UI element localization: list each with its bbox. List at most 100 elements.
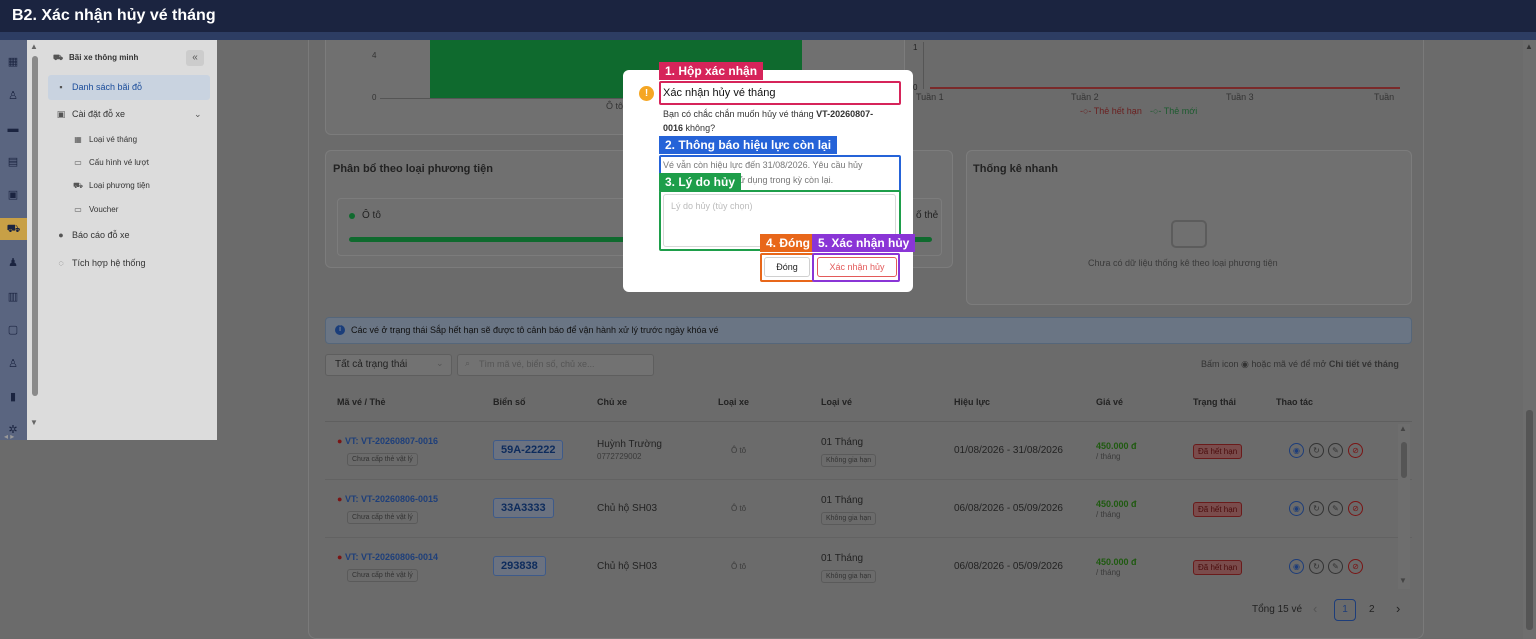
scroll-up-icon[interactable]: ▲ — [1399, 424, 1407, 433]
scroll-left-icon[interactable]: ◂ ▸ — [4, 432, 14, 441]
chat-icon[interactable]: ▬ — [6, 123, 20, 135]
document-icon[interactable]: ▤ — [6, 156, 20, 168]
chart-icon[interactable]: ▮ — [6, 391, 20, 403]
x-label: Ô tô — [606, 101, 624, 111]
scroll-down-icon[interactable]: ▼ — [1399, 576, 1407, 585]
user-icon[interactable]: ♙ — [6, 90, 20, 102]
table-row[interactable] — [325, 538, 1412, 596]
card-chip: Chưa cấp thẻ vật lý — [347, 453, 418, 466]
edit-icon[interactable]: ✎ — [1328, 559, 1343, 574]
store-icon[interactable]: ▢ — [6, 324, 20, 336]
sidebar-scrollbar[interactable] — [32, 56, 38, 396]
renew-icon[interactable]: ↻ — [1309, 501, 1324, 516]
header-strip — [0, 32, 1536, 40]
col-header: Chủ xe — [597, 397, 628, 407]
sidebar-item-parking-list[interactable]: ▪ Danh sách bãi đỗ — [56, 82, 142, 92]
x-label: Tuần — [1374, 92, 1395, 102]
stats-empty: Chưa có dữ liệu thống kê theo loại phươn… — [1088, 258, 1278, 268]
scroll-down-icon[interactable]: ▼ — [30, 418, 38, 427]
edit-icon[interactable]: ✎ — [1328, 501, 1343, 516]
sidebar-module: ⛟ Bãi xe thông minh — [53, 53, 139, 62]
empty-box-icon — [1171, 220, 1207, 248]
warning-icon: ! — [639, 86, 654, 101]
scroll-up-icon[interactable]: ▲ — [1525, 42, 1533, 51]
col-header: Thao tác — [1276, 397, 1314, 407]
sidebar-item-integration[interactable]: ◌ Tích hợp hệ thống — [56, 258, 145, 268]
highlight-confirm — [812, 253, 900, 282]
validity: 06/08/2026 - 05/09/2026 — [954, 503, 1063, 514]
renew-icon[interactable]: ↻ — [1309, 443, 1324, 458]
y-tick: 4 — [372, 51, 377, 60]
chevron-down-icon: ⌄ — [194, 109, 202, 119]
page-scroll-thumb[interactable] — [1526, 410, 1533, 630]
view-icon[interactable]: ◉ — [1289, 443, 1304, 458]
person-icon[interactable]: ♙ — [6, 358, 20, 370]
y-tick: 0 — [372, 93, 377, 102]
page-button-active[interactable]: 1 — [1334, 599, 1356, 621]
cancel-icon[interactable]: ⊘ — [1348, 443, 1363, 458]
view-icon[interactable]: ◉ — [1289, 559, 1304, 574]
ticket-sub-chip: Không gia hạn — [821, 454, 877, 467]
integration-icon: ◌ — [58, 258, 64, 268]
view-icon[interactable]: ◉ — [1289, 501, 1304, 516]
validity: 06/08/2026 - 05/09/2026 — [954, 561, 1063, 572]
card-chip: Chưa cấp thẻ vật lý — [347, 511, 418, 524]
briefcase-icon[interactable]: ▣ — [6, 189, 20, 201]
dot-icon — [349, 213, 355, 219]
col-header: Loại vé — [821, 397, 853, 407]
sidebar-item-vehicle-type[interactable]: ⛟ Loại phương tiện — [73, 181, 150, 191]
renew-icon[interactable]: ↻ — [1309, 559, 1324, 574]
price: 450.000 đ — [1096, 499, 1137, 509]
ticket-code-link[interactable]: ● VT: VT-20260806-0014 — [337, 552, 438, 562]
sidebar-item-monthly-ticket[interactable]: ▦ Loại vé tháng — [73, 135, 137, 144]
owner-phone: 0772729002 — [597, 452, 642, 461]
table-header — [325, 384, 1412, 422]
car-icon[interactable]: ⛟ — [0, 218, 27, 240]
ticket-code-link[interactable]: ● VT: VT-20260807-0016 — [337, 436, 438, 446]
ticket-code-link[interactable]: ● VT: VT-20260806-0015 — [337, 494, 438, 504]
table-scrollbar[interactable]: ▲ ▼ — [1398, 424, 1410, 589]
office-icon[interactable]: ▥ — [6, 291, 20, 303]
ticket-icon: ▭ — [74, 158, 82, 167]
y-tick: 0 — [913, 83, 918, 92]
sidebar-item-parking-settings[interactable]: ▣ Cài đặt đỗ xe ⌄ — [56, 109, 202, 120]
table-row[interactable] — [325, 480, 1412, 538]
prev-page-button[interactable]: ‹ — [1313, 601, 1317, 616]
page-button[interactable]: 2 — [1369, 604, 1375, 615]
edit-icon[interactable]: ✎ — [1328, 443, 1343, 458]
table-scroll-thumb[interactable] — [1401, 442, 1407, 478]
collapse-sidebar-button[interactable]: « — [186, 50, 204, 66]
annotation-label: 3. Lý do hủy — [659, 173, 742, 191]
highlight-close — [760, 253, 814, 282]
plate-badge: 33A3333 — [493, 498, 554, 518]
users-icon[interactable]: ♟ — [6, 257, 20, 269]
sidebar-item-voucher[interactable]: ▭ Voucher — [73, 205, 118, 214]
ticket-sub-chip: Không gia hạn — [821, 512, 877, 525]
search-placeholder: Tìm mã vé, biển số, chủ xe... — [479, 359, 595, 369]
table-row[interactable] — [325, 422, 1412, 480]
car-icon: ⛟ — [73, 181, 84, 190]
square-icon: ▣ — [56, 109, 66, 119]
owner-name: Huỳnh Trường — [597, 439, 662, 450]
cancel-icon[interactable]: ⊘ — [1348, 501, 1363, 516]
sidebar-item-report[interactable]: ● Báo cáo đỗ xe — [56, 230, 129, 240]
highlight-dialog-box — [659, 81, 901, 105]
building-icon[interactable]: ▦ — [6, 56, 20, 68]
legend-expired: -○- Thẻ hết hạn — [1080, 106, 1142, 116]
col-header: Loại xe — [718, 397, 750, 407]
next-page-button[interactable]: › — [1396, 601, 1400, 616]
cancel-icon[interactable]: ⊘ — [1348, 559, 1363, 574]
sidebar-item-ticket-config[interactable]: ▭ Cấu hình vé lượt — [73, 158, 149, 167]
x-label: Tuần 2 — [1071, 92, 1099, 102]
sidebar-bottom: ◂ ▸ — [0, 432, 217, 639]
scroll-up-icon[interactable]: ▲ — [30, 42, 38, 51]
dialog-question-cont: 0016 không? — [663, 123, 716, 133]
x-label: Tuần 1 — [916, 92, 944, 102]
vehicle-card-title: Phân bổ theo loại phương tiện — [333, 163, 493, 175]
vehicle-item-label: Ô tô — [362, 210, 381, 221]
page-scrollbar[interactable]: ▲ — [1523, 40, 1536, 639]
series-line-expired — [930, 87, 1400, 89]
status-filter-value: Tất cả trạng thái — [335, 359, 408, 370]
voucher-icon: ▭ — [74, 205, 82, 214]
dialog-question: Bạn có chắc chắn muốn hủy vé tháng VT-20… — [663, 109, 874, 119]
